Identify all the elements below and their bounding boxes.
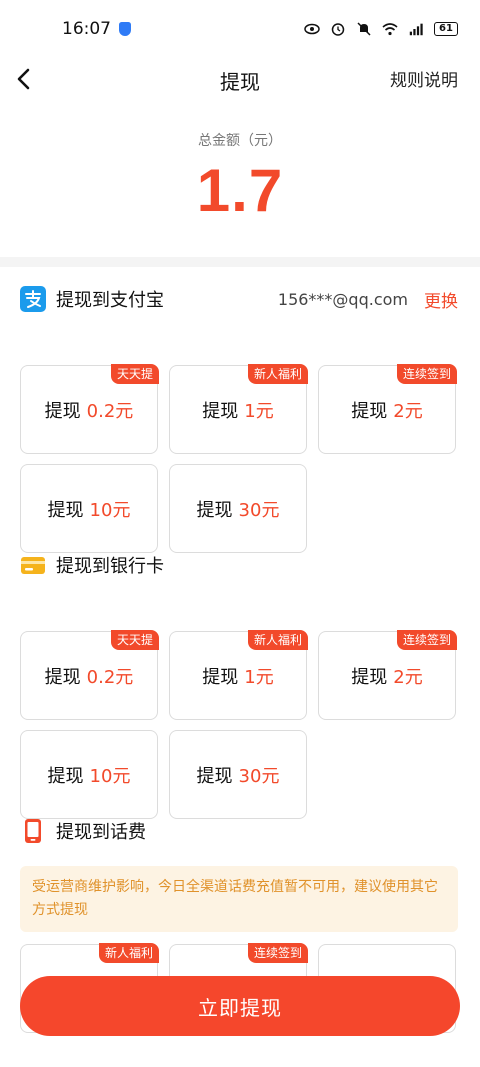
wifi-icon [382,23,398,36]
alarm-icon [331,23,345,36]
status-bar: 16:07 61 [0,0,480,58]
option-badge: 连续签到 [396,364,457,384]
balance-amount: 1.7 [196,157,284,224]
bank-section-title: 提现到银行卡 [56,556,164,577]
withdraw-option[interactable]: 提现 0.2元 天天提 [20,630,159,720]
phone-icon [25,819,41,843]
withdraw-now-button[interactable]: 立即提现 [20,976,460,1036]
option-badge: 连续签到 [396,630,457,650]
mute-icon [357,22,371,36]
option-prefix: 提现 [202,400,239,422]
shield-icon [119,22,131,36]
alipay-section-title: 提现到支付宝 [56,290,164,311]
balance-label: 总金额（元） [198,133,282,149]
bank-section-header: 提现到银行卡 [0,549,480,581]
option-badge: 天天提 [110,364,159,384]
eye-icon [304,23,320,35]
nav-header: 提现 规则说明 [0,58,480,102]
option-prefix: 提现 [47,499,84,521]
change-account-link[interactable]: 更换 [424,287,458,312]
option-amount: 2元 [393,666,423,688]
option-amount: 10元 [89,765,131,787]
withdraw-option[interactable]: 提现 10元 [20,464,158,553]
rules-link[interactable]: 规则说明 [390,66,458,91]
withdraw-option[interactable]: 提现 30元 [169,464,307,553]
option-amount: 30元 [238,765,280,787]
option-amount: 1元 [244,666,274,688]
section-divider [0,257,480,267]
option-prefix: 提现 [196,765,233,787]
phone-section-header: 提现到话费 [0,815,480,847]
battery-icon: 61 [434,22,458,36]
alipay-section-header: 提现到支付宝 156***@qq.com 更换 [0,283,480,315]
option-badge: 天天提 [110,630,159,650]
alipay-icon [20,286,46,312]
option-prefix: 提现 [44,666,81,688]
option-badge: 新人福利 [98,943,159,963]
option-amount: 2元 [393,400,423,422]
withdraw-option[interactable]: 提现 1元 新人福利 [169,630,308,720]
status-time: 16:07 [62,19,111,39]
option-amount: 10元 [89,499,131,521]
phone-section-title: 提现到话费 [56,822,146,843]
option-prefix: 提现 [47,765,84,787]
bank-card-icon [21,557,45,574]
page-title: 提现 [220,69,260,94]
balance-panel: 总金额（元） 1.7 [0,102,480,257]
bank-section: 提现到银行卡 提现 0.2元 天天提 提现 1元 新人福利 提现 2元 连续签到… [0,549,480,819]
withdraw-option[interactable]: 提现 2元 连续签到 [318,630,457,720]
option-prefix: 提现 [202,666,239,688]
chevron-left-icon[interactable] [10,64,40,94]
option-amount: 30元 [238,499,280,521]
option-badge: 连续签到 [247,943,308,963]
option-prefix: 提现 [351,400,388,422]
withdraw-option[interactable]: 提现 2元 连续签到 [318,364,457,454]
withdraw-option[interactable]: 提现 10元 [20,730,158,819]
option-badge: 新人福利 [247,364,308,384]
signal-5g-icon [409,23,423,36]
phone-notice: 受运营商维护影响，今日全渠道话费充值暂不可用，建议使用其它方式提现 [20,866,458,932]
option-amount: 0.2元 [86,400,134,422]
option-badge: 新人福利 [247,630,308,650]
option-prefix: 提现 [44,400,81,422]
phone-section: 提现到话费 [0,815,480,847]
alipay-account: 156***@qq.com [277,289,408,309]
option-prefix: 提现 [351,666,388,688]
option-prefix: 提现 [196,499,233,521]
withdraw-option[interactable]: 提现 30元 [169,730,307,819]
option-amount: 1元 [244,400,274,422]
withdraw-option[interactable]: 提现 1元 新人福利 [169,364,308,454]
withdraw-option[interactable]: 提现 0.2元 天天提 [20,364,159,454]
option-amount: 0.2元 [86,666,134,688]
status-icons: 61 [304,22,458,36]
alipay-section: 提现到支付宝 156***@qq.com 更换 提现 0.2元 天天提 提现 1… [0,283,480,553]
